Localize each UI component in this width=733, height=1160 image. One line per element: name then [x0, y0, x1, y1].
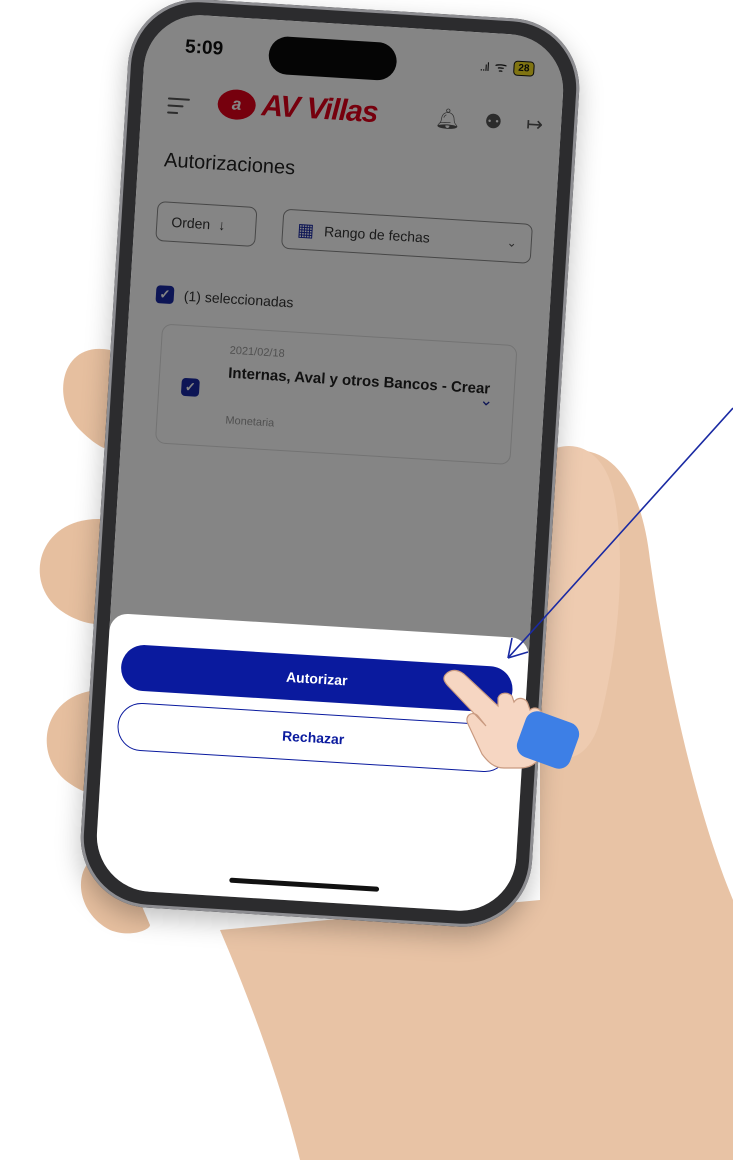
- phone-frame: 5:09 ..ıl ᯤ 28 a AV Villas 🔔︎ ⚉ ↦ Autori…: [76, 0, 584, 931]
- phone-screen: 5:09 ..ıl ᯤ 28 a AV Villas 🔔︎ ⚉ ↦ Autori…: [93, 11, 567, 915]
- tap-pointer-icon: [443, 669, 580, 769]
- home-indicator: [229, 877, 380, 892]
